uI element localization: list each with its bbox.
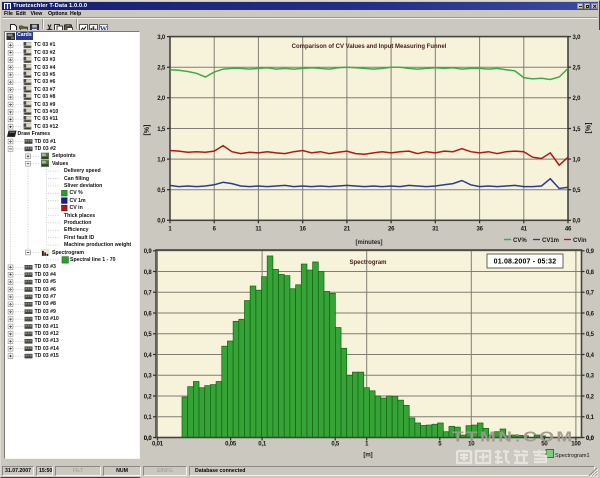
svg-text:Spectrogram: Spectrogram bbox=[349, 260, 386, 266]
svg-text:2,5: 2,5 bbox=[573, 66, 582, 72]
svg-text:0,2: 0,2 bbox=[144, 394, 153, 400]
svg-text:0,5: 0,5 bbox=[331, 441, 340, 447]
svg-text:0,7: 0,7 bbox=[144, 291, 153, 297]
svg-text:1,5: 1,5 bbox=[573, 127, 582, 133]
svg-text:26: 26 bbox=[388, 226, 395, 232]
svg-text:0,05: 0,05 bbox=[225, 441, 237, 447]
svg-text:0,9: 0,9 bbox=[586, 249, 595, 255]
svg-text:41: 41 bbox=[521, 226, 528, 232]
svg-text:0,8: 0,8 bbox=[586, 270, 595, 276]
svg-text:31: 31 bbox=[432, 226, 439, 232]
svg-text:0,0: 0,0 bbox=[586, 436, 595, 442]
svg-text:0,5: 0,5 bbox=[144, 332, 153, 338]
svg-text:Spectrogram1: Spectrogram1 bbox=[555, 453, 590, 459]
svg-text:1,5: 1,5 bbox=[157, 127, 166, 133]
svg-text:CV%: CV% bbox=[513, 238, 527, 244]
svg-text:[%]: [%] bbox=[586, 123, 593, 134]
svg-text:Comparison of CV Values and In: Comparison of CV Values and Input Measur… bbox=[292, 44, 447, 50]
svg-text:0,5: 0,5 bbox=[157, 188, 166, 194]
svg-text:36: 36 bbox=[476, 226, 483, 232]
svg-text:0,2: 0,2 bbox=[586, 394, 595, 400]
svg-text:0,1: 0,1 bbox=[144, 415, 153, 421]
svg-text:11: 11 bbox=[255, 226, 262, 232]
svg-text:0,01: 0,01 bbox=[152, 441, 164, 447]
svg-text:0,0: 0,0 bbox=[157, 219, 166, 225]
svg-text:16: 16 bbox=[300, 226, 307, 232]
svg-text:0,5: 0,5 bbox=[573, 188, 582, 194]
svg-text:46: 46 bbox=[565, 226, 572, 232]
svg-text:0,1: 0,1 bbox=[258, 441, 267, 447]
svg-text:0,0: 0,0 bbox=[573, 219, 582, 225]
svg-text:CVin: CVin bbox=[573, 238, 587, 244]
svg-text:21: 21 bbox=[344, 226, 351, 232]
svg-text:0,3: 0,3 bbox=[144, 374, 153, 380]
svg-text:0,3: 0,3 bbox=[586, 374, 595, 380]
svg-text:[m]: [m] bbox=[363, 453, 372, 459]
svg-text:0,6: 0,6 bbox=[144, 311, 153, 317]
svg-text:0,6: 0,6 bbox=[586, 311, 595, 317]
svg-text:1,0: 1,0 bbox=[573, 158, 582, 164]
svg-text:01.08.2007 - 05:32: 01.08.2007 - 05:32 bbox=[494, 259, 557, 266]
svg-text:[minutes]: [minutes] bbox=[356, 240, 383, 246]
svg-text:0,4: 0,4 bbox=[586, 353, 595, 359]
svg-text:0,7: 0,7 bbox=[586, 291, 595, 297]
svg-text:0,9: 0,9 bbox=[144, 249, 153, 255]
svg-text:2,0: 2,0 bbox=[573, 96, 582, 102]
svg-text:2,5: 2,5 bbox=[157, 66, 166, 72]
svg-text:0,5: 0,5 bbox=[586, 332, 595, 338]
svg-text:3,0: 3,0 bbox=[573, 35, 582, 41]
svg-text:1,0: 1,0 bbox=[157, 158, 166, 164]
svg-text:[%]: [%] bbox=[144, 125, 151, 136]
svg-text:0,8: 0,8 bbox=[144, 270, 153, 276]
svg-text:0,1: 0,1 bbox=[586, 415, 595, 421]
svg-text:CV1m: CV1m bbox=[542, 238, 559, 244]
svg-text:2,0: 2,0 bbox=[157, 96, 166, 102]
svg-text:3,0: 3,0 bbox=[157, 35, 166, 41]
svg-text:0,4: 0,4 bbox=[144, 353, 153, 359]
